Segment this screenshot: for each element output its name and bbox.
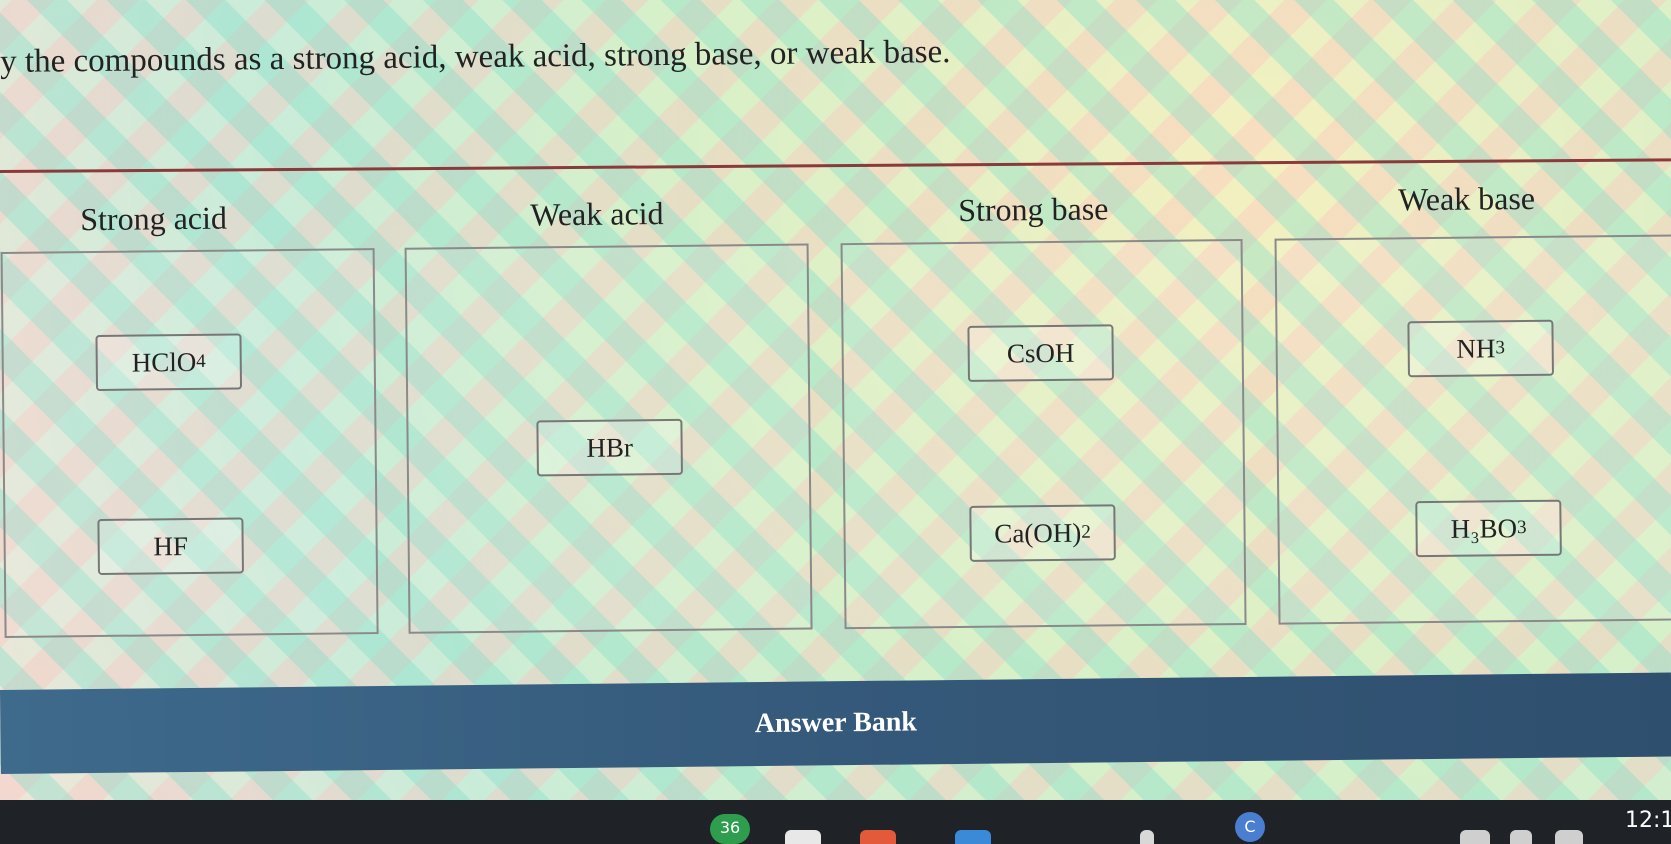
- bin-weak-base[interactable]: NH 3 H₃BO 3: [1274, 234, 1671, 625]
- category-label-weak-base: Weak base: [1397, 179, 1536, 218]
- chip-hclo4[interactable]: HClO 4: [95, 333, 243, 392]
- chip-formula: NH: [1456, 332, 1496, 364]
- os-taskbar: 36 C 12:1: [0, 800, 1671, 844]
- chip-formula: Ca(OH): [994, 517, 1082, 549]
- chip-formula: CsOH: [1006, 337, 1075, 368]
- answer-bank-label: Answer Bank: [754, 706, 918, 740]
- chip-formula: HClO: [131, 346, 197, 378]
- bin-weak-acid[interactable]: HBr: [404, 243, 813, 634]
- category-label-strong-base: Strong base: [958, 190, 1109, 228]
- chip-subscript: 3: [1495, 337, 1506, 359]
- chip-subscript: 2: [1081, 521, 1091, 543]
- file-explorer-icon[interactable]: [785, 830, 821, 844]
- c-app-icon[interactable]: C: [1235, 812, 1265, 842]
- bin-strong-base[interactable]: CsOH Ca(OH) 2: [840, 238, 1247, 630]
- wifi-icon[interactable]: [1460, 830, 1490, 844]
- chip-hbr[interactable]: HBr: [536, 418, 683, 477]
- store-icon[interactable]: [955, 830, 991, 844]
- chip-caoh2[interactable]: Ca(OH) 2: [969, 504, 1116, 562]
- chip-subscript: 3: [1516, 517, 1527, 539]
- browser-icon[interactable]: [860, 830, 896, 844]
- chip-hf[interactable]: HF: [97, 517, 244, 575]
- volume-icon[interactable]: [1510, 830, 1532, 844]
- notification-count-badge[interactable]: 36: [710, 814, 750, 844]
- pen-icon[interactable]: [1140, 830, 1154, 844]
- chip-subscript: 4: [196, 350, 206, 372]
- bin-strong-acid[interactable]: HClO 4 HF: [0, 248, 379, 638]
- sorting-board: Strong acid Weak acid Strong base Weak b…: [0, 179, 1671, 676]
- chip-formula: H₃BO: [1450, 512, 1518, 544]
- answer-bank-header[interactable]: Answer Bank: [0, 672, 1671, 774]
- chip-formula: HF: [153, 530, 189, 561]
- chip-formula: HBr: [586, 431, 634, 463]
- chip-h3bo3[interactable]: H₃BO 3: [1415, 499, 1562, 558]
- clock[interactable]: 12:1: [1625, 808, 1671, 833]
- chip-csoh[interactable]: CsOH: [967, 324, 1114, 382]
- category-label-strong-acid: Strong acid: [80, 199, 228, 238]
- section-divider: [0, 158, 1671, 173]
- category-label-weak-acid: Weak acid: [530, 195, 664, 233]
- question-instruction: y the compounds as a strong acid, weak a…: [0, 34, 951, 80]
- battery-icon[interactable]: [1555, 830, 1583, 844]
- chip-nh3[interactable]: NH 3: [1407, 319, 1554, 378]
